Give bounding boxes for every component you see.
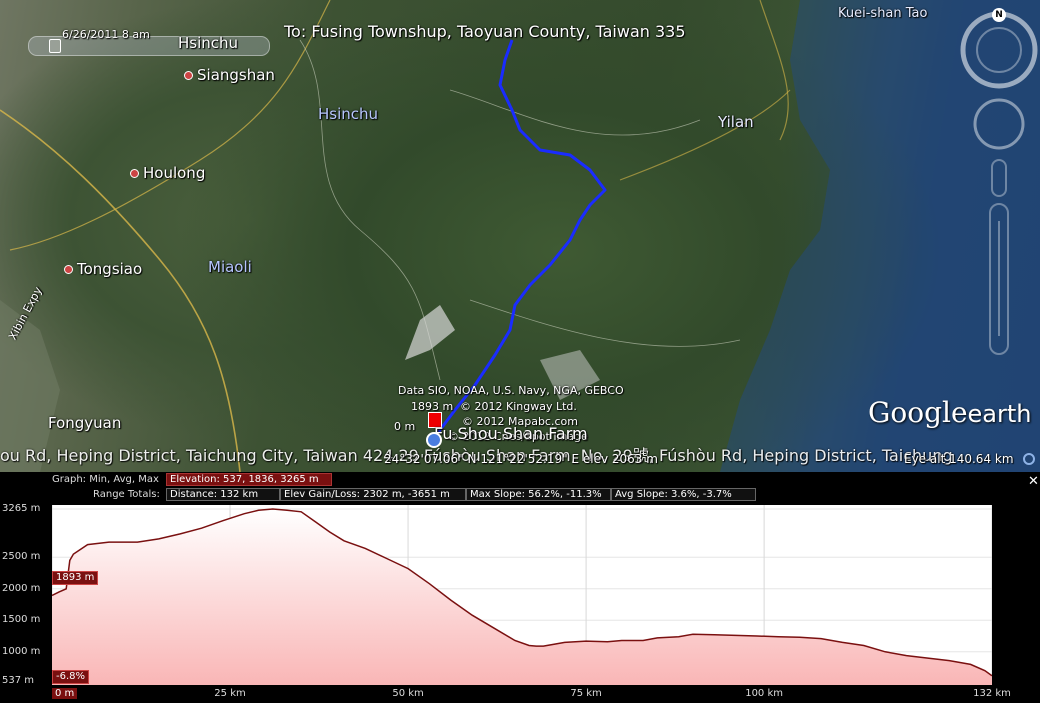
place-marker-icon bbox=[64, 265, 73, 274]
y-tick-label: 3265 m bbox=[2, 503, 41, 514]
place-kuei-shan-tao: Kuei-shan Tao bbox=[838, 6, 928, 21]
timestamp: 6/26/2011 8 am bbox=[62, 28, 150, 41]
region-yilan: Yilan bbox=[718, 113, 754, 131]
place-hsinchu-city: Hsinchu bbox=[178, 34, 239, 52]
status-indicator-icon bbox=[1023, 453, 1035, 465]
zero-elevation-label: 0 m bbox=[394, 420, 416, 433]
place-marker-icon bbox=[184, 71, 193, 80]
cursor-elevation-tag: 1893 m bbox=[52, 571, 99, 585]
eye-altitude-readout: Eye alt 140.64 km bbox=[904, 452, 1014, 466]
place-tongsiao: Tongsiao bbox=[64, 260, 142, 278]
x-tick-label: 25 km bbox=[214, 688, 246, 699]
zoom-slider[interactable] bbox=[990, 204, 1008, 354]
time-slider-handle[interactable] bbox=[49, 39, 61, 53]
y-tick-label: 537 m bbox=[2, 675, 35, 686]
x-tick-label: 50 km bbox=[392, 688, 424, 699]
google-earth-logo: Googleearth bbox=[868, 396, 1032, 429]
distance-stat-box[interactable]: Distance: 132 km bbox=[166, 488, 280, 501]
place-houlong: Houlong bbox=[130, 164, 205, 182]
y-tick-label: 2000 m bbox=[2, 582, 41, 594]
elevation-chart[interactable] bbox=[52, 505, 992, 685]
x-tick-label: 132 km bbox=[973, 688, 1011, 699]
elevation-stat-box[interactable]: Elevation: 537, 1836, 3265 m bbox=[166, 473, 332, 486]
attribution-line-1: Data SIO, NOAA, U.S. Navy, NGA, GEBCO bbox=[398, 384, 624, 397]
x-tick-label: 100 km bbox=[745, 688, 784, 699]
range-totals-label: Range Totals: bbox=[93, 489, 160, 500]
y-tick-label: 1000 m bbox=[2, 645, 41, 657]
destination-label: To: Fusing Townshup, Taoyuan County, Tai… bbox=[284, 22, 686, 41]
attribution-line-2: © 2012 Kingway Ltd. bbox=[460, 400, 577, 413]
street-view-pegman-icon[interactable] bbox=[992, 160, 1006, 196]
region-hsinchu: Hsinchu bbox=[318, 105, 379, 123]
elev-gain-loss-box[interactable]: Elev Gain/Loss: 2302 m, -3651 m bbox=[280, 488, 466, 501]
x-tick-label: 75 km bbox=[570, 688, 602, 699]
close-profile-button[interactable]: ✕ bbox=[1028, 474, 1039, 489]
navigation-controls: N bbox=[960, 6, 1040, 356]
place-siangshan: Siangshan bbox=[184, 66, 275, 84]
elevation-area bbox=[52, 509, 992, 685]
place-marker-icon bbox=[130, 169, 139, 178]
compass-north-icon[interactable]: N bbox=[992, 8, 1006, 22]
map-view[interactable]: 6/26/2011 8 am To: Fusing Townshup, Taoy… bbox=[0, 0, 1040, 472]
status-bar: ou Rd, Heping District, Taichung City, T… bbox=[0, 446, 1040, 472]
y-tick-label: 2500 m bbox=[2, 551, 41, 563]
compass-ring-icon[interactable] bbox=[963, 14, 1035, 86]
x-tick-label: 0 m bbox=[52, 688, 78, 699]
farm-label: Fu Shou Shan Farm bbox=[434, 424, 588, 443]
max-slope-box[interactable]: Max Slope: 56.2%, -11.3% bbox=[466, 488, 611, 501]
region-miaoli: Miaoli bbox=[208, 258, 252, 276]
coordinate-readout: 24°32'07.06" N 121°22'52.19" E elev 2063… bbox=[384, 452, 658, 466]
look-joystick-icon[interactable] bbox=[975, 100, 1023, 148]
place-fongyuan: Fongyuan bbox=[48, 414, 122, 432]
graph-stats-label: Graph: Min, Avg, Max bbox=[52, 474, 159, 485]
elevation-chart-svg bbox=[52, 505, 992, 685]
cursor-slope-tag: -6.8% bbox=[52, 670, 90, 684]
y-tick-label: 1500 m bbox=[2, 614, 41, 626]
avg-slope-box[interactable]: Avg Slope: 3.6%, -3.7% bbox=[611, 488, 756, 501]
